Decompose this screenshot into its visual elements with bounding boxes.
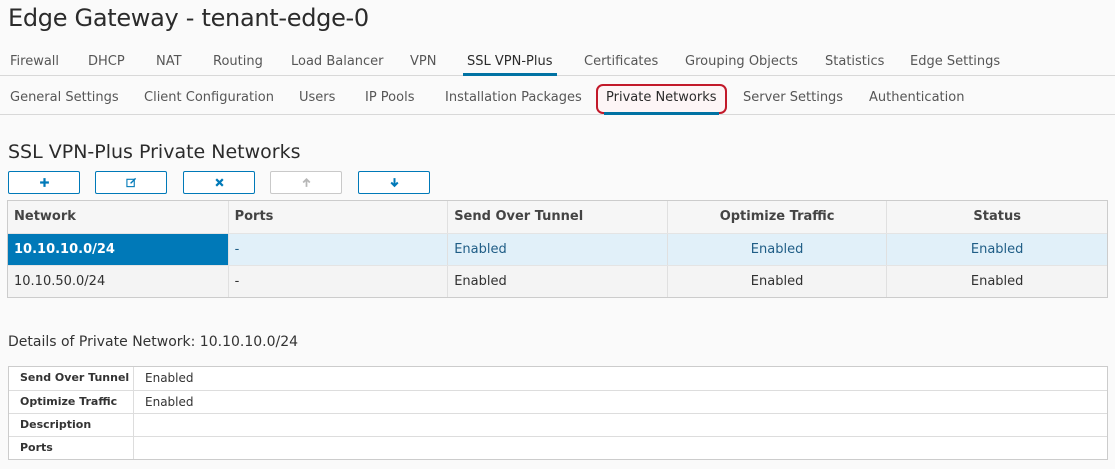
detail-key: Optimize Traffic <box>9 391 134 413</box>
details-title: Details of Private Network: 10.10.10.0/2… <box>8 334 299 350</box>
grid-header: Network Ports Send Over Tunnel Optimize … <box>8 201 1107 233</box>
cell-status: Enabled <box>886 266 1107 297</box>
edit-button[interactable] <box>95 171 167 194</box>
cell-network: 10.10.50.0/24 <box>14 274 106 289</box>
detail-row: Description <box>9 413 1107 436</box>
arrow-up-icon <box>302 177 310 187</box>
main-tab-bar: Firewall DHCP NAT Routing Load Balancer … <box>0 48 1115 76</box>
column-header-network[interactable]: Network <box>8 201 228 233</box>
page-title: Edge Gateway - tenant-edge-0 <box>8 4 369 32</box>
detail-key: Send Over Tunnel <box>9 367 134 390</box>
detail-value: Enabled <box>145 395 194 409</box>
detail-value <box>134 437 1107 459</box>
column-header-send-over-tunnel[interactable]: Send Over Tunnel <box>447 201 667 233</box>
sub-tab-bar: General Settings Client Configuration Us… <box>0 84 1115 115</box>
column-header-status[interactable]: Status <box>886 201 1107 233</box>
arrow-down-icon <box>389 178 399 188</box>
subtab-private-networks[interactable]: Private Networks <box>596 84 727 115</box>
cell-status: Enabled <box>886 234 1107 265</box>
detail-row: Optimize Traffic Enabled <box>9 390 1107 413</box>
move-down-button[interactable] <box>358 171 430 194</box>
tab-grouping-objects[interactable]: Grouping Objects <box>685 48 798 75</box>
detail-row: Send Over Tunnel Enabled <box>9 367 1107 390</box>
tab-load-balancer[interactable]: Load Balancer <box>291 48 384 75</box>
subtab-general-settings[interactable]: General Settings <box>10 84 119 114</box>
subtab-users[interactable]: Users <box>299 84 335 114</box>
subtab-client-configuration[interactable]: Client Configuration <box>144 84 274 114</box>
tab-dhcp[interactable]: DHCP <box>88 48 125 75</box>
private-networks-grid: Network Ports Send Over Tunnel Optimize … <box>7 200 1108 298</box>
tab-routing[interactable]: Routing <box>213 48 263 75</box>
plus-icon <box>39 178 49 187</box>
cell-optimize-traffic: Enabled <box>666 234 887 265</box>
tab-statistics[interactable]: Statistics <box>825 48 884 75</box>
tab-certificates[interactable]: Certificates <box>584 48 658 75</box>
cell-send-over-tunnel: Enabled <box>447 266 667 297</box>
column-header-optimize-traffic[interactable]: Optimize Traffic <box>666 201 887 233</box>
cell-ports: - <box>227 234 448 265</box>
move-up-button[interactable] <box>270 171 342 194</box>
subtab-installation-packages[interactable]: Installation Packages <box>445 84 582 114</box>
cell-optimize-traffic: Enabled <box>666 266 887 297</box>
tab-vpn[interactable]: VPN <box>410 48 436 75</box>
table-row[interactable]: 10.10.50.0/24 - Enabled Enabled Enabled <box>8 265 1107 297</box>
details-panel: Send Over Tunnel Enabled Optimize Traffi… <box>8 366 1108 460</box>
subtab-authentication[interactable]: Authentication <box>869 84 964 114</box>
detail-value: Enabled <box>145 371 194 385</box>
tab-nat[interactable]: NAT <box>156 48 182 75</box>
subtab-ip-pools[interactable]: IP Pools <box>365 84 414 114</box>
subtab-server-settings[interactable]: Server Settings <box>743 84 843 114</box>
detail-key: Ports <box>9 437 134 459</box>
x-icon <box>214 178 224 187</box>
detail-row: Ports <box>9 436 1107 459</box>
tab-ssl-vpn-plus[interactable]: SSL VPN-Plus <box>463 48 556 76</box>
edit-icon <box>125 177 136 188</box>
detail-key: Description <box>9 414 134 436</box>
tab-firewall[interactable]: Firewall <box>10 48 59 75</box>
delete-button[interactable] <box>183 171 255 194</box>
detail-value <box>134 414 1107 436</box>
cell-network: 10.10.10.0/24 <box>8 234 228 265</box>
cell-send-over-tunnel: Enabled <box>447 234 667 265</box>
cell-ports: - <box>227 266 448 297</box>
add-button[interactable] <box>8 171 80 194</box>
section-title: SSL VPN-Plus Private Networks <box>8 141 301 163</box>
table-row[interactable]: 10.10.10.0/24 - Enabled Enabled Enabled <box>8 233 1107 265</box>
column-header-ports[interactable]: Ports <box>227 201 448 233</box>
tab-edge-settings[interactable]: Edge Settings <box>910 48 1000 75</box>
